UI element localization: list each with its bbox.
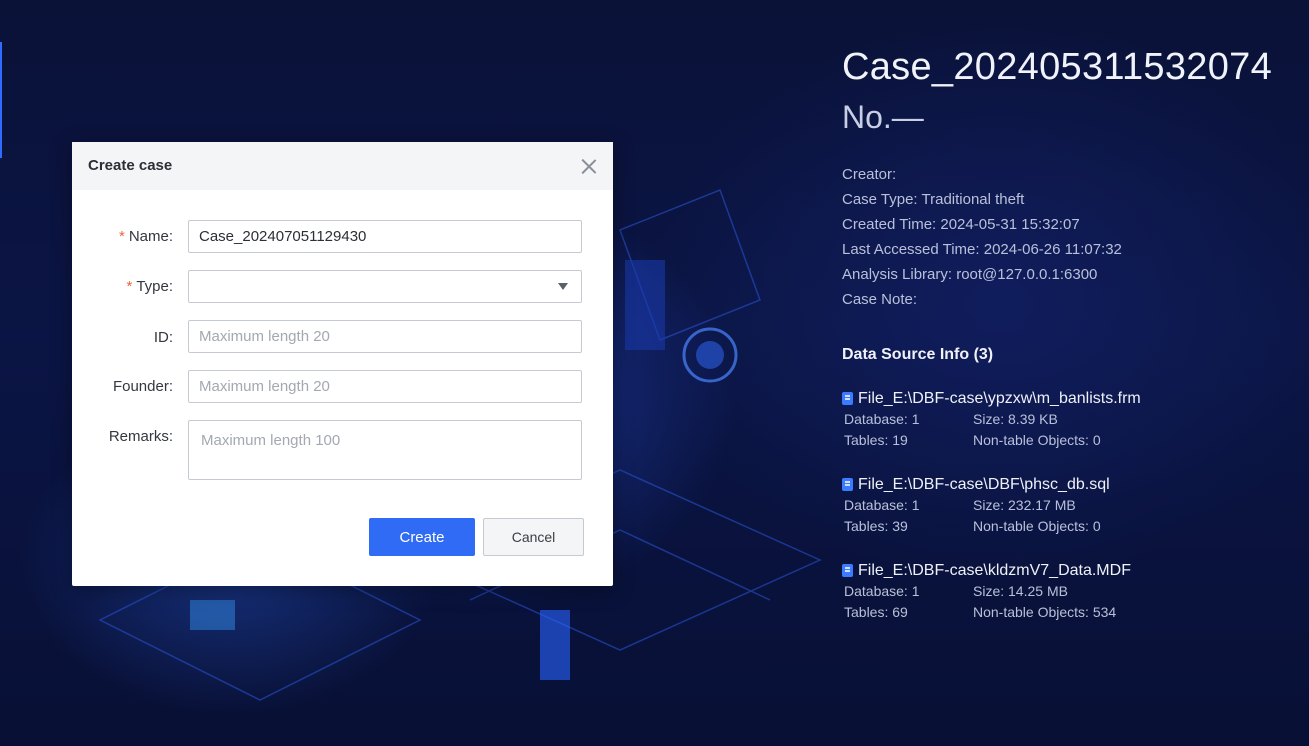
database-file-icon — [842, 391, 853, 405]
data-source-name: File_E:\DBF-case\ypzxw\m_banlists.frm — [858, 390, 1141, 407]
file-size: Size: 8.39 KB — [973, 411, 1058, 427]
left-edge-accent — [0, 42, 2, 158]
case-type-text: Case Type: Traditional theft — [842, 191, 1025, 208]
cancel-button[interactable]: Cancel — [483, 518, 584, 556]
database-count: Database: 1 — [844, 497, 920, 513]
last-accessed-text: Last Accessed Time: 2024-06-26 11:07:32 — [842, 241, 1122, 258]
non-table-count: Non-table Objects: 0 — [973, 432, 1101, 448]
database-count: Database: 1 — [844, 583, 920, 599]
remarks-textarea[interactable] — [188, 420, 582, 480]
remarks-label: Remarks: — [108, 428, 173, 445]
data-source-item[interactable]: File_E:\DBF-case\DBF\phsc_db.sql Databas… — [842, 475, 1292, 537]
id-input[interactable] — [188, 320, 582, 353]
data-source-heading: Data Source Info (3) — [842, 346, 994, 363]
non-table-count: Non-table Objects: 0 — [973, 518, 1101, 534]
table-count: Tables: 69 — [844, 604, 908, 620]
database-file-icon — [842, 563, 853, 577]
required-mark: * — [118, 228, 125, 245]
data-source-item[interactable]: File_E:\DBF-case\ypzxw\m_banlists.frm Da… — [842, 389, 1292, 451]
founder-input[interactable] — [188, 370, 582, 403]
table-count: Tables: 39 — [844, 518, 908, 534]
dialog-header: Create case — [72, 142, 613, 190]
case-title: Case_202405311532074 — [842, 46, 1273, 88]
case-number: No.— — [842, 99, 924, 135]
data-source-name: File_E:\DBF-case\kldzmV7_Data.MDF — [858, 562, 1131, 579]
created-time-text: Created Time: 2024-05-31 15:32:07 — [842, 216, 1080, 233]
founder-label: Founder: — [112, 378, 173, 395]
name-input[interactable] — [188, 220, 582, 253]
database-count: Database: 1 — [844, 411, 920, 427]
create-case-dialog: Create case *Name: *Type: ID: Founder: R… — [72, 142, 613, 586]
case-note-text: Case Note: — [842, 291, 918, 308]
non-table-count: Non-table Objects: 534 — [973, 604, 1117, 620]
dialog-title: Create case — [88, 157, 173, 174]
analysis-library-text: Analysis Library: root@127.0.0.1:6300 — [842, 266, 1098, 283]
type-select[interactable] — [188, 270, 582, 303]
close-icon[interactable] — [579, 156, 599, 176]
case-info-panel: Case_202405311532074 No.— Creator: Case … — [842, 44, 1292, 623]
table-count: Tables: 19 — [844, 432, 908, 448]
caret-down-icon — [558, 283, 568, 290]
file-size: Size: 232.17 MB — [973, 497, 1076, 513]
database-file-icon — [842, 477, 853, 491]
create-button[interactable]: Create — [369, 518, 475, 556]
case-meta: Creator: Case Type: Traditional theft Cr… — [842, 162, 1292, 312]
file-size: Size: 14.25 MB — [973, 583, 1068, 599]
data-source-name: File_E:\DBF-case\DBF\phsc_db.sql — [858, 476, 1110, 493]
creator-text: Creator: — [842, 166, 897, 183]
required-mark: * — [126, 278, 133, 295]
type-label: * Type: — [126, 278, 173, 295]
name-label: * Name: — [118, 228, 173, 245]
data-source-item[interactable]: File_E:\DBF-case\kldzmV7_Data.MDF Databa… — [842, 561, 1292, 623]
id-label: ID: — [153, 329, 173, 346]
